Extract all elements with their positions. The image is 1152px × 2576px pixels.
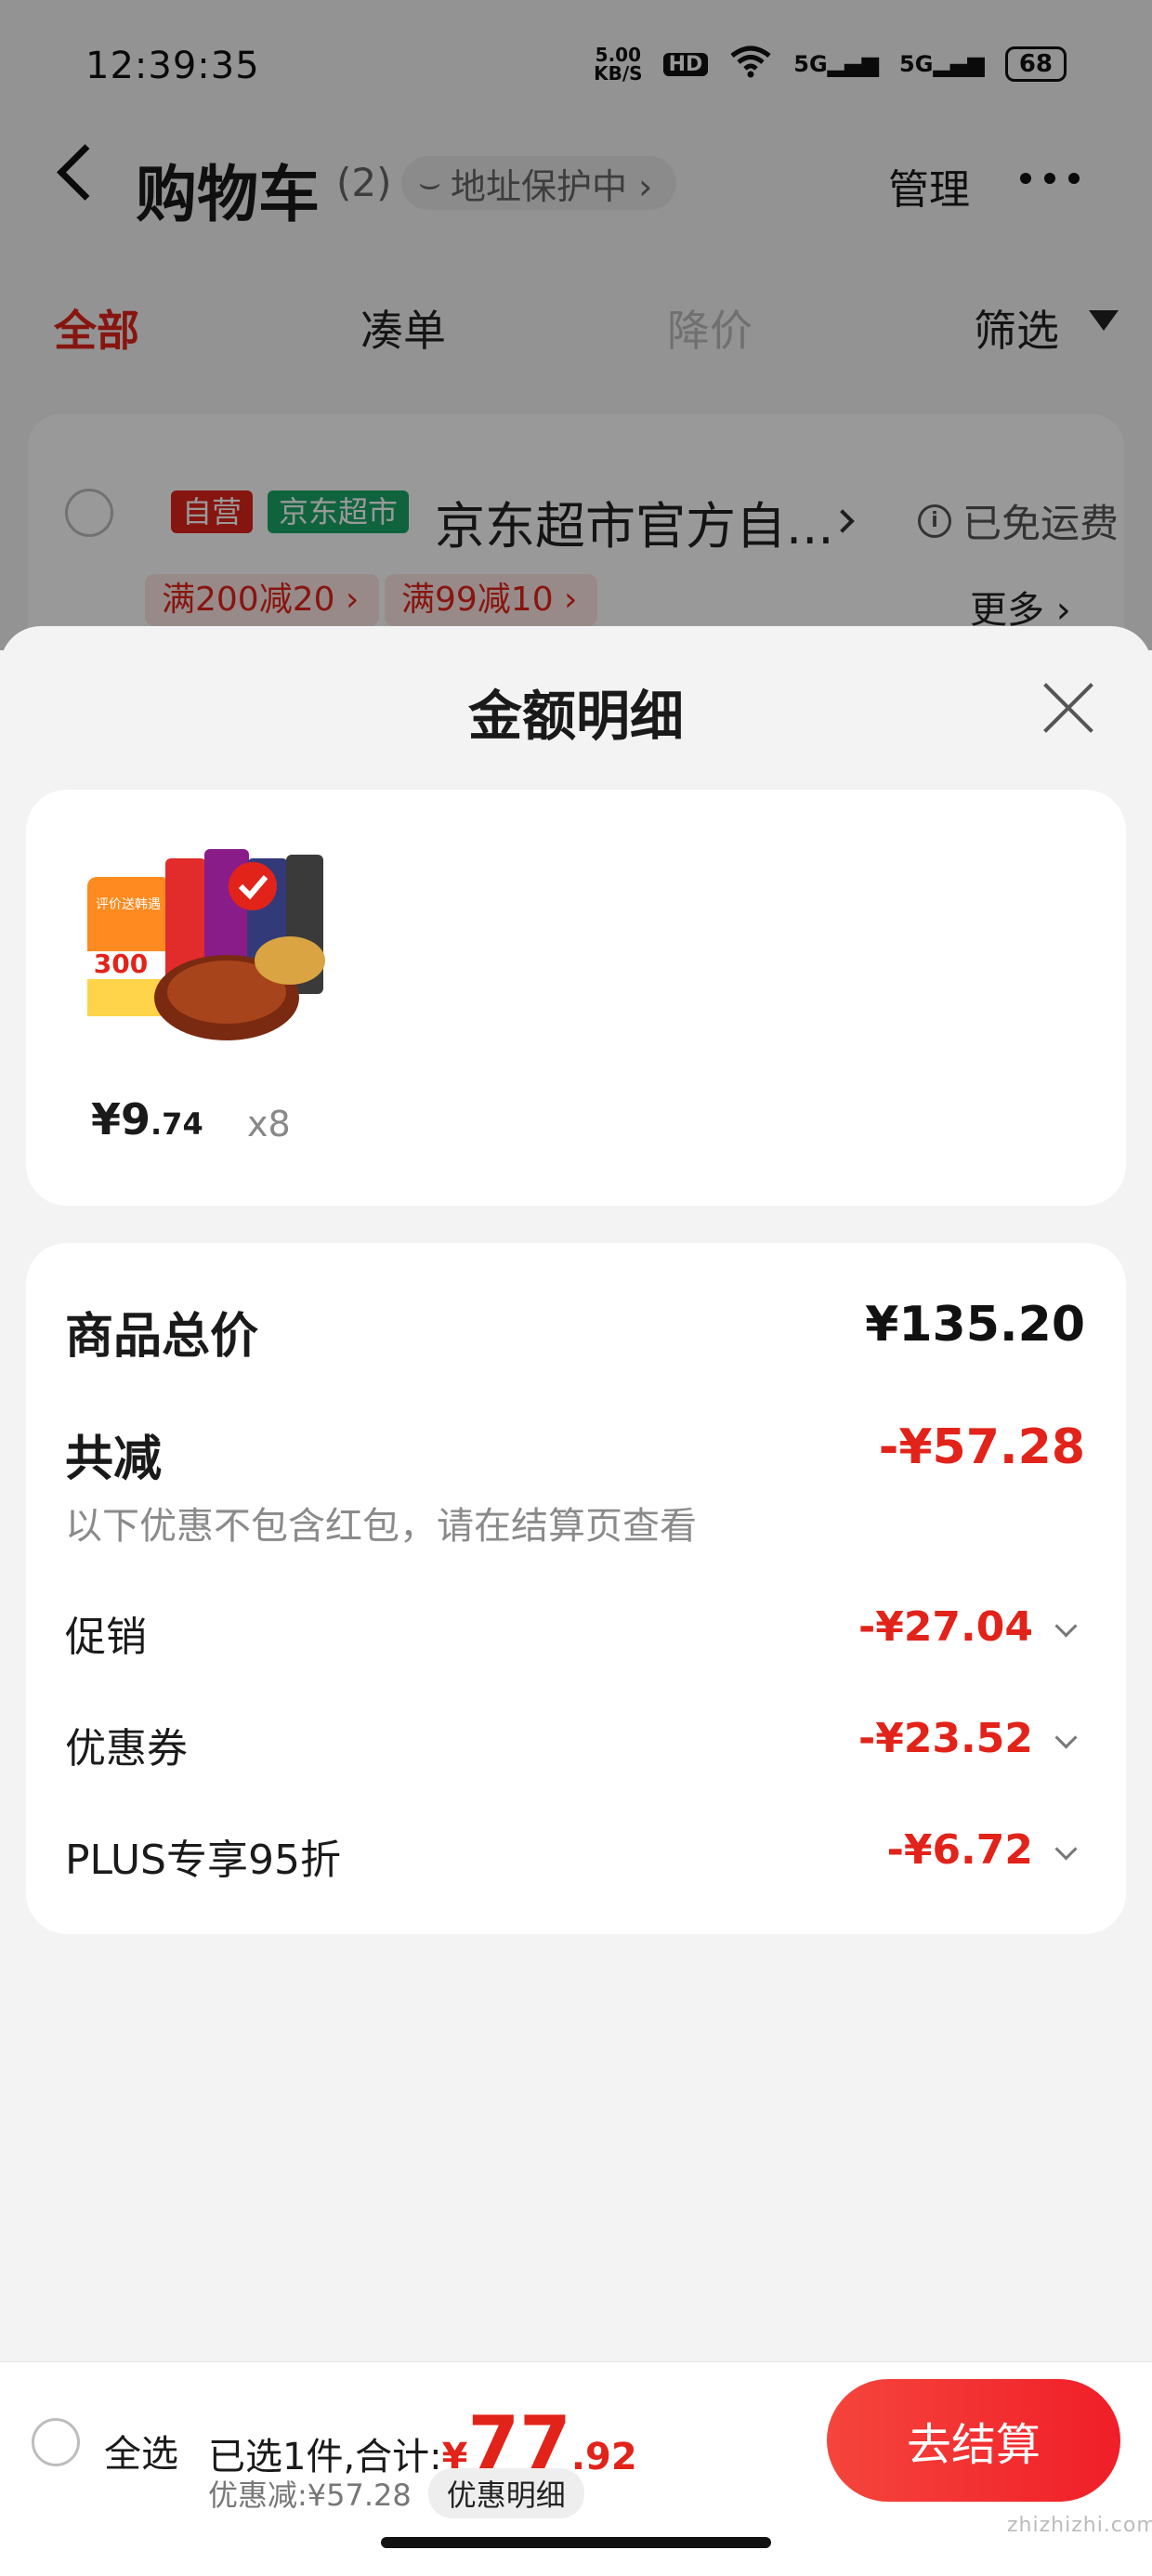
- total-price-value: ¥135.20: [865, 1297, 1085, 1353]
- product-card: 评价送韩遇 300 ¥9.74 x8: [26, 790, 1126, 1206]
- product-price: ¥9.74: [91, 1094, 203, 1144]
- modal-overlay[interactable]: [0, 0, 1152, 650]
- product-image-banner: 评价送韩遇: [96, 897, 161, 912]
- promotion-value[interactable]: -¥27.04: [858, 1603, 1033, 1651]
- coupon-label: 优惠券: [65, 1725, 188, 1772]
- product-quantity: x8: [247, 1104, 291, 1144]
- discount-line: 优惠减:¥57.28 优惠明细: [208, 2468, 584, 2518]
- discount-detail-button[interactable]: 优惠明细: [427, 2468, 584, 2518]
- select-all-radio[interactable]: [32, 2418, 80, 2466]
- plus-discount-label: PLUS专享95折: [65, 1837, 341, 1884]
- plus-discount-value[interactable]: -¥6.72: [887, 1826, 1033, 1874]
- promotion-label: 促销: [65, 1614, 147, 1661]
- product-image[interactable]: 评价送韩遇 300: [87, 840, 327, 1044]
- select-all-label[interactable]: 全选: [104, 2424, 178, 2478]
- total-reduction-value: -¥57.28: [878, 1419, 1085, 1475]
- discount-amount: 优惠减:¥57.28: [208, 2478, 412, 2513]
- chevron-down-icon[interactable]: [1054, 1615, 1078, 1638]
- home-indicator[interactable]: [381, 2537, 771, 2548]
- product-image-number: 300: [94, 948, 148, 979]
- checkout-bar: 全选 已选1件,合计: ¥ 77 .92 优惠减:¥57.28 优惠明细 去结算: [0, 2361, 1152, 2576]
- total-price-label: 商品总价: [65, 1309, 259, 1365]
- chevron-down-icon[interactable]: [1054, 1726, 1078, 1749]
- coupon-value[interactable]: -¥23.52: [858, 1715, 1033, 1762]
- chevron-down-icon[interactable]: [1054, 1837, 1078, 1861]
- sheet-title: 金额明细: [467, 685, 684, 748]
- total-reduction-label: 共减: [65, 1432, 163, 1487]
- amount-detail-sheet: 金额明细 评价送韩遇 300 ¥9.74 x8 商品总价 ¥135.20 共减 …: [0, 626, 1152, 2575]
- close-icon[interactable]: [1041, 680, 1096, 736]
- checkout-button[interactable]: 去结算: [827, 2379, 1120, 2502]
- price-summary-card: 商品总价 ¥135.20 共减 -¥57.28 以下优惠不包含红包，请在结算页查…: [26, 1243, 1126, 1934]
- watermark: zhizhizhi.com: [1007, 2514, 1152, 2537]
- reduction-note: 以下优惠不包含红包，请在结算页查看: [65, 1505, 697, 1548]
